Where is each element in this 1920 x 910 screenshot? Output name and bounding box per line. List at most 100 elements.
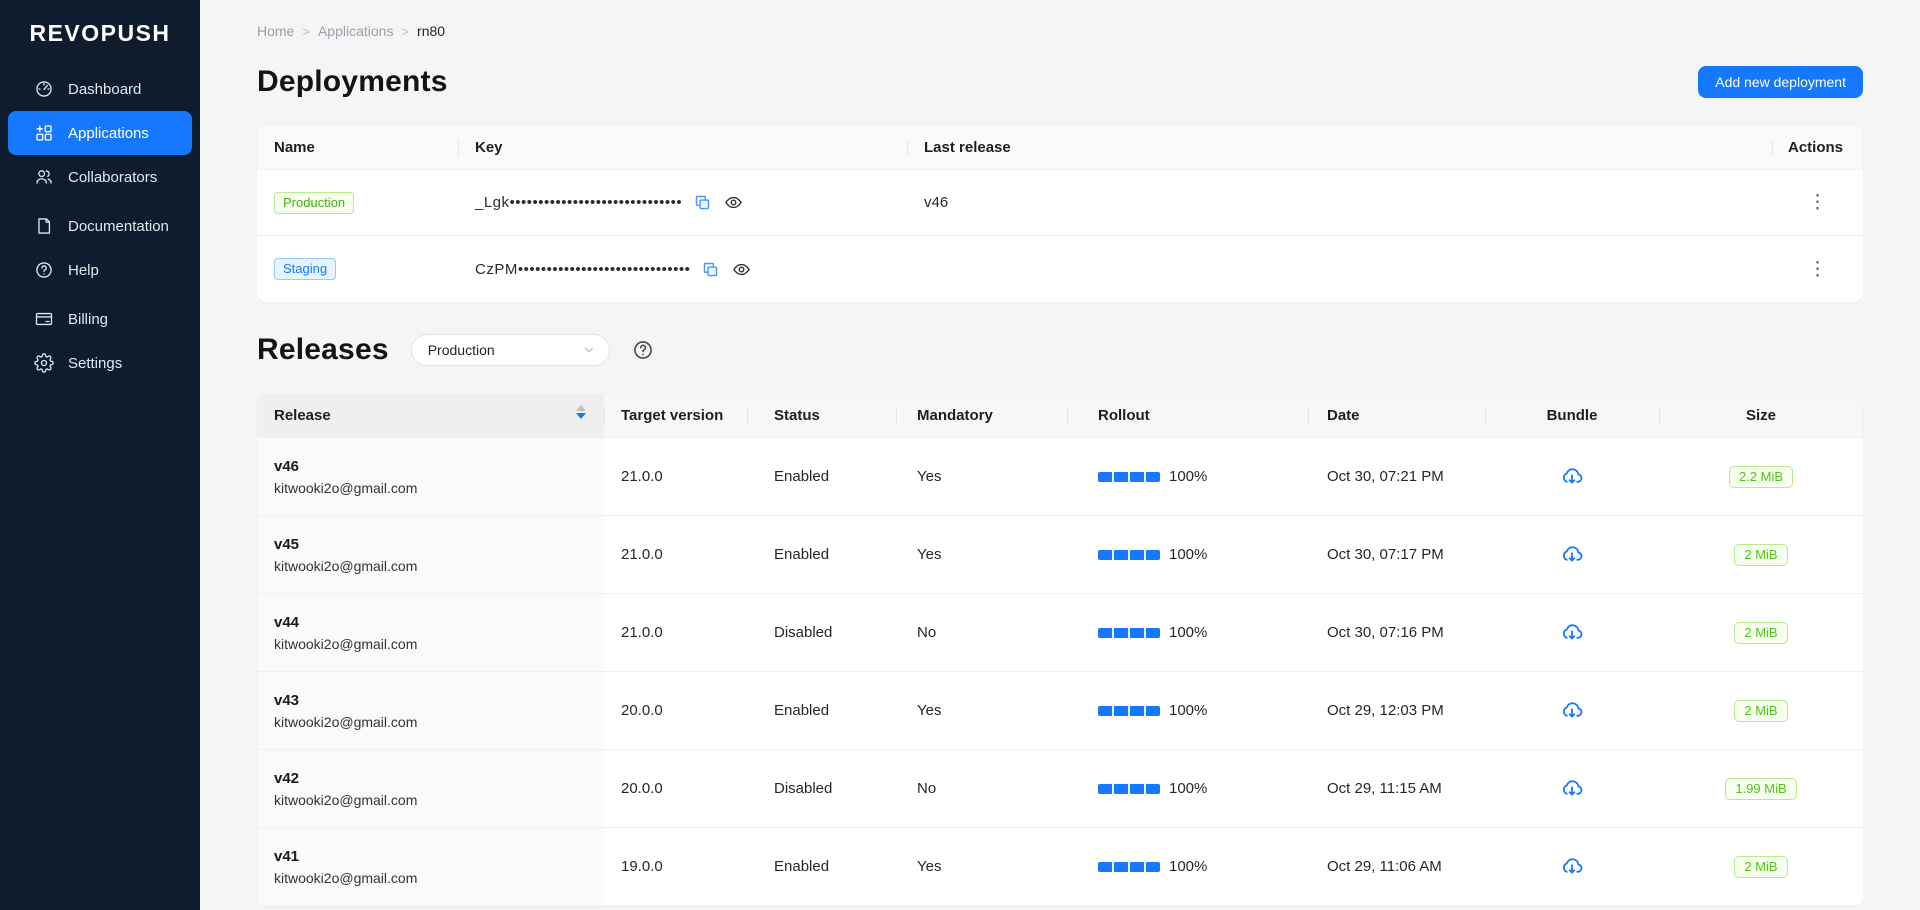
column-header-mandatory: Mandatory (896, 394, 1067, 438)
release-row: v41 kitwooki2o@gmail.com 19.0.0 Enabled … (257, 828, 1863, 906)
column-divider (1659, 407, 1660, 425)
release-row: v42 kitwooki2o@gmail.com 20.0.0 Disabled… (257, 750, 1863, 828)
column-header-date: Date (1308, 394, 1485, 438)
column-header-key: Key (458, 126, 907, 170)
add-new-deployment-button[interactable]: Add new deployment (1698, 66, 1863, 98)
help-icon (34, 260, 54, 280)
rollout-indicator: 100% (1098, 780, 1207, 797)
release-version: v43 (274, 692, 299, 709)
deployments-table: Name Key Last release Actions Production… (257, 126, 1863, 302)
release-version: v41 (274, 848, 299, 865)
copy-key-icon[interactable] (694, 194, 711, 211)
releases-table-header: Release Target version Status Mandatory … (257, 394, 1863, 438)
breadcrumb-applications[interactable]: Applications (318, 23, 394, 39)
release-mandatory: Yes (896, 438, 1067, 515)
copy-key-icon[interactable] (702, 261, 719, 278)
rollout-bar (1098, 706, 1160, 716)
column-divider (1485, 407, 1486, 425)
sidebar-item-billing[interactable]: Billing (8, 297, 192, 341)
rollout-percent: 100% (1169, 546, 1207, 563)
release-status: Enabled (747, 828, 896, 905)
download-bundle-icon[interactable] (1560, 855, 1584, 879)
sidebar-item-applications[interactable]: Applications (8, 111, 192, 155)
column-divider (1772, 139, 1773, 157)
sidebar-item-settings[interactable]: Settings (8, 341, 192, 385)
release-version: v44 (274, 614, 299, 631)
deployment-name-badge: Staging (274, 258, 336, 280)
release-author-email: kitwooki2o@gmail.com (274, 714, 417, 730)
sidebar-item-documentation[interactable]: Documentation (8, 204, 192, 248)
release-row: v44 kitwooki2o@gmail.com 21.0.0 Disabled… (257, 594, 1863, 672)
release-target-version: 20.0.0 (604, 750, 747, 827)
releases-table: Release Target version Status Mandatory … (257, 394, 1863, 906)
collaborators-icon (34, 167, 54, 187)
sidebar-item-label: Applications (68, 125, 149, 142)
breadcrumb-separator: > (302, 24, 310, 39)
deployment-filter-value: Production (428, 342, 495, 358)
rollout-indicator: 100% (1098, 468, 1207, 485)
release-date: Oct 30, 07:16 PM (1308, 594, 1485, 671)
app-logo: REVOPUSH (0, 18, 200, 48)
release-author-email: kitwooki2o@gmail.com (274, 792, 417, 808)
release-date: Oct 30, 07:21 PM (1308, 438, 1485, 515)
releases-help-icon[interactable] (632, 339, 654, 361)
release-mandatory: Yes (896, 672, 1067, 749)
bundle-size-badge: 2 MiB (1734, 856, 1787, 878)
deployment-key: CzPM•••••••••••••••••••••••••••••• (475, 261, 690, 278)
release-mandatory: No (896, 750, 1067, 827)
release-author-email: kitwooki2o@gmail.com (274, 558, 417, 574)
releases-title: Releases (257, 333, 389, 367)
rollout-percent: 100% (1169, 468, 1207, 485)
release-target-version: 21.0.0 (604, 438, 747, 515)
release-date: Oct 29, 11:15 AM (1308, 750, 1485, 827)
bundle-size-badge: 2.2 MiB (1729, 466, 1793, 488)
breadcrumb-home[interactable]: Home (257, 23, 294, 39)
sort-icon[interactable] (576, 405, 586, 419)
download-bundle-icon[interactable] (1560, 621, 1584, 645)
sidebar-item-help[interactable]: Help (8, 248, 192, 292)
column-header-name: Name (257, 126, 458, 170)
sidebar-item-dashboard[interactable]: Dashboard (8, 67, 192, 111)
release-mandatory: Yes (896, 828, 1067, 905)
show-key-eye-icon[interactable] (732, 260, 751, 279)
row-actions-menu-icon[interactable]: ⋮ (1808, 260, 1827, 279)
rollout-indicator: 100% (1098, 858, 1207, 875)
sidebar-item-collaborators[interactable]: Collaborators (8, 155, 192, 199)
deployment-row-staging: Staging CzPM••••••••••••••••••••••••••••… (257, 236, 1863, 302)
release-date: Oct 29, 12:03 PM (1308, 672, 1485, 749)
bundle-size-badge: 2 MiB (1734, 622, 1787, 644)
rollout-bar (1098, 628, 1160, 638)
rollout-indicator: 100% (1098, 624, 1207, 641)
sidebar-item-label: Billing (68, 311, 108, 328)
column-divider (1067, 407, 1068, 425)
show-key-eye-icon[interactable] (724, 193, 743, 212)
column-header-last-release: Last release (907, 126, 1772, 170)
release-target-version: 21.0.0 (604, 594, 747, 671)
breadcrumb-current-app: rn80 (417, 23, 445, 39)
deployment-filter-select[interactable]: Production (411, 334, 610, 366)
download-bundle-icon[interactable] (1560, 543, 1584, 567)
release-status: Enabled (747, 438, 896, 515)
deployments-title: Deployments (257, 65, 448, 99)
chevron-down-icon (582, 343, 596, 357)
download-bundle-icon[interactable] (1560, 777, 1584, 801)
download-bundle-icon[interactable] (1560, 465, 1584, 489)
rollout-percent: 100% (1169, 780, 1207, 797)
breadcrumb: Home > Applications > rn80 (257, 0, 1863, 39)
release-mandatory: Yes (896, 516, 1067, 593)
release-version: v45 (274, 536, 299, 553)
sidebar: REVOPUSH Dashboard Applications Collabor… (0, 0, 200, 910)
column-divider (604, 407, 605, 425)
release-row: v43 kitwooki2o@gmail.com 20.0.0 Enabled … (257, 672, 1863, 750)
deployment-key: _Lgk•••••••••••••••••••••••••••••• (475, 194, 682, 211)
row-actions-menu-icon[interactable]: ⋮ (1808, 193, 1827, 212)
column-header-target-version: Target version (604, 394, 747, 438)
column-header-bundle: Bundle (1485, 394, 1659, 438)
column-header-actions: Actions (1772, 126, 1863, 170)
release-date: Oct 29, 11:06 AM (1308, 828, 1485, 905)
release-date: Oct 30, 07:17 PM (1308, 516, 1485, 593)
column-header-release[interactable]: Release (257, 394, 604, 438)
download-bundle-icon[interactable] (1560, 699, 1584, 723)
main-content: Home > Applications > rn80 Deployments A… (200, 0, 1920, 906)
deployment-row-production: Production _Lgk•••••••••••••••••••••••••… (257, 170, 1863, 236)
